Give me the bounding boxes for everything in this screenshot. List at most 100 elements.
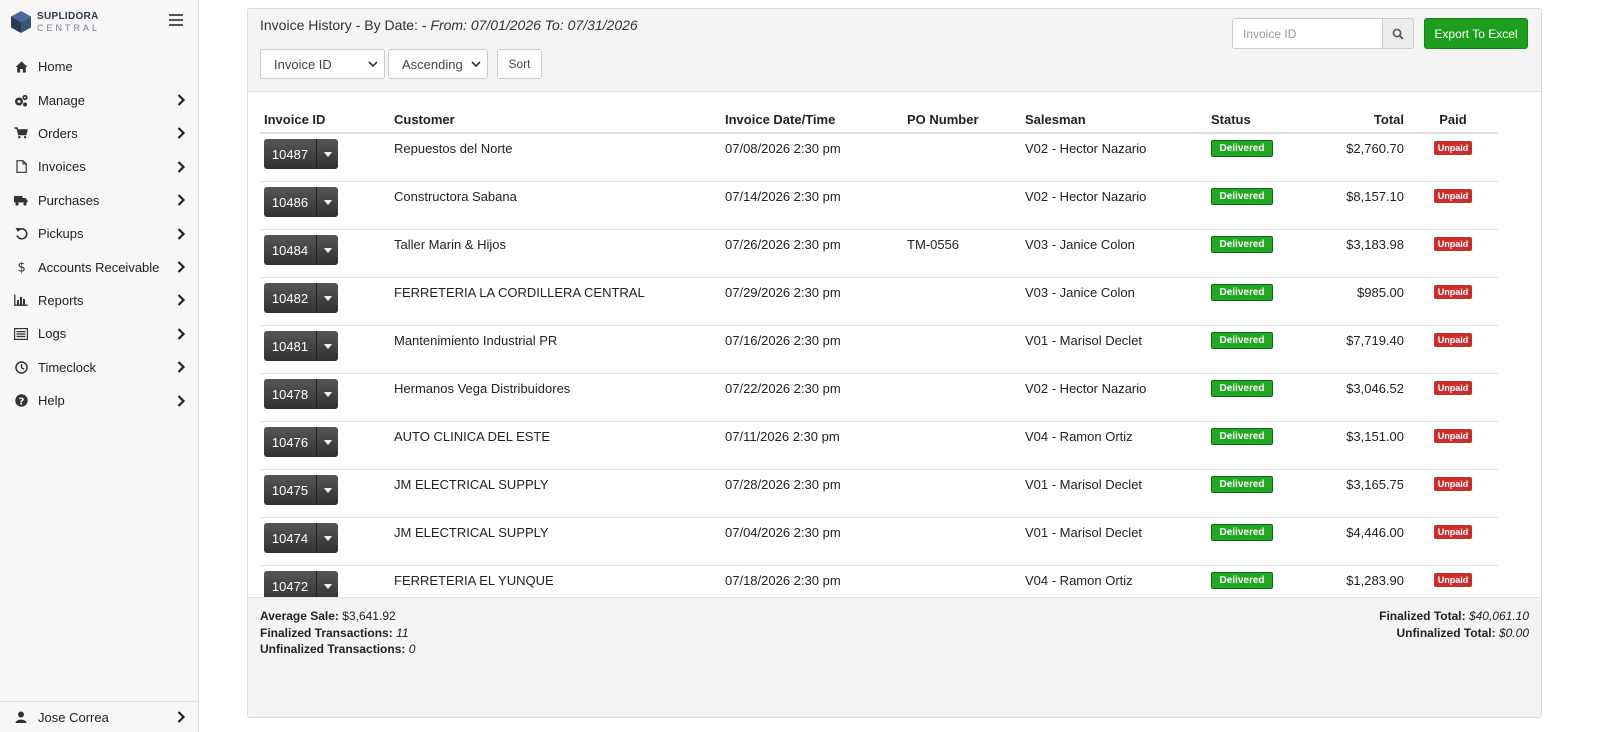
col-salesman[interactable]: Salesman <box>1021 99 1207 134</box>
salesman-cell: V01 - Marisol Declet <box>1021 325 1207 374</box>
invoice-dropdown-toggle[interactable] <box>317 379 338 409</box>
page-title: Invoice History - By Date: - From: 07/01… <box>260 17 638 33</box>
total-cell: $3,183.98 <box>1318 229 1408 278</box>
invoice-dropdown-toggle[interactable] <box>317 283 338 313</box>
sidebar-item-help[interactable]: ? Help <box>0 384 198 417</box>
sort-order-value: Ascending <box>402 56 463 72</box>
hamburger-menu-icon[interactable] <box>169 14 183 26</box>
col-po-number[interactable]: PO Number <box>903 99 1021 134</box>
invoice-dropdown-toggle[interactable] <box>317 475 338 505</box>
invoice-id-cell: 10475 <box>260 469 390 518</box>
sort-field-select[interactable]: Invoice ID <box>260 49 385 79</box>
status-cell: Delivered <box>1207 517 1318 566</box>
status-cell: Delivered <box>1207 181 1318 230</box>
invoice-id-button[interactable]: 10478 <box>264 379 317 409</box>
sort-button[interactable]: Sort <box>497 49 542 79</box>
invoice-id-button[interactable]: 10484 <box>264 235 317 265</box>
invoice-id-button[interactable]: 10481 <box>264 331 317 361</box>
total-cell: $3,165.75 <box>1318 469 1408 518</box>
invoice-date-cell: 07/16/2026 2:30 pm <box>721 325 903 374</box>
sidebar-item-label: Orders <box>38 125 78 141</box>
caret-down-icon <box>323 247 332 253</box>
po-number-cell <box>903 133 1021 182</box>
chevron-right-icon <box>177 394 186 407</box>
sidebar-item-timeclock[interactable]: Timeclock <box>0 351 198 384</box>
invoice-dropdown-toggle[interactable] <box>317 187 338 217</box>
invoice-id-cell: 10482 <box>260 277 390 326</box>
table-row: 10475 JM ELECTRICAL SUPPLY 07/28/2026 2:30… <box>260 469 1498 518</box>
undo-icon <box>14 227 28 241</box>
average-sale-label: Average Sale: <box>260 609 339 623</box>
invoice-dropdown-toggle[interactable] <box>317 427 338 457</box>
brand-text: SUPLIDORA CENTRAL <box>37 12 100 33</box>
paid-badge: Unpaid <box>1433 285 1473 299</box>
sidebar-item-home[interactable]: Home <box>0 50 198 83</box>
sidebar-item-purchases[interactable]: Purchases <box>0 184 198 217</box>
sidebar-item-label: Logs <box>38 326 67 342</box>
col-total[interactable]: Total <box>1318 99 1408 134</box>
sidebar-item-invoices[interactable]: Invoices <box>0 150 198 183</box>
sidebar-item-logs[interactable]: Logs <box>0 317 198 350</box>
invoice-id-button[interactable]: 10475 <box>264 475 317 505</box>
invoice-dropdown-toggle[interactable] <box>317 139 338 169</box>
invoice-id-button[interactable]: 10482 <box>264 283 317 313</box>
po-number-cell <box>903 517 1021 566</box>
chevron-down-icon <box>368 61 378 68</box>
invoice-id-cell: 10476 <box>260 421 390 470</box>
invoice-id-button[interactable]: 10476 <box>264 427 317 457</box>
invoice-date-cell: 07/04/2026 2:30 pm <box>721 517 903 566</box>
user-menu[interactable]: Jose Correa <box>0 701 198 732</box>
search-icon <box>1392 28 1404 40</box>
col-paid[interactable]: Paid <box>1408 99 1498 134</box>
customer-cell: Taller Marin & Hijos <box>390 229 721 278</box>
brand-subname: CENTRAL <box>37 23 101 33</box>
total-cell: $4,446.00 <box>1318 517 1408 566</box>
status-badge: Delivered <box>1211 332 1273 349</box>
invoice-action-button: 10481 <box>264 331 338 361</box>
invoice-date-cell: 07/14/2026 2:30 pm <box>721 181 903 230</box>
sidebar-item-accounts-receivable[interactable]: $ Accounts Receivable <box>0 250 198 283</box>
table-row: 10474 JM ELECTRICAL SUPPLY 07/04/2026 2:30… <box>260 517 1498 566</box>
invoice-search-input[interactable] <box>1232 18 1382 49</box>
invoice-dropdown-toggle[interactable] <box>317 235 338 265</box>
col-invoice-id[interactable]: Invoice ID <box>260 99 390 134</box>
invoice-dropdown-toggle[interactable] <box>317 523 338 553</box>
col-customer[interactable]: Customer <box>390 99 721 134</box>
paid-cell: Unpaid <box>1408 229 1498 278</box>
svg-text:$: $ <box>17 261 25 275</box>
sidebar-item-reports[interactable]: Reports <box>0 284 198 317</box>
brand[interactable]: SUPLIDORA CENTRAL <box>0 0 198 44</box>
search-button[interactable] <box>1382 18 1414 49</box>
sidebar-item-orders[interactable]: Orders <box>0 117 198 150</box>
invoice-dropdown-toggle[interactable] <box>317 331 338 361</box>
unfinalized-total-label: Unfinalized Total: <box>1396 625 1496 640</box>
caret-down-icon <box>323 583 332 589</box>
invoice-id-cell: 10478 <box>260 373 390 422</box>
invoice-table-body: 10487 Repuestos del Norte 07/08/2026 2:30 … <box>260 133 1498 662</box>
salesman-cell: V01 - Marisol Declet <box>1021 469 1207 518</box>
col-status[interactable]: Status <box>1207 99 1318 134</box>
document-icon <box>14 160 28 174</box>
invoice-id-button[interactable]: 10486 <box>264 187 317 217</box>
table-row: 10487 Repuestos del Norte 07/08/2026 2:30 … <box>260 133 1498 182</box>
col-invoice-date[interactable]: Invoice Date/Time <box>721 99 903 134</box>
paid-cell: Unpaid <box>1408 421 1498 470</box>
sidebar-item-manage[interactable]: Manage <box>0 83 198 116</box>
status-cell: Delivered <box>1207 373 1318 422</box>
chevron-right-icon <box>177 227 186 240</box>
sidebar-item-label: Help <box>38 393 65 409</box>
chevron-right-icon <box>177 261 186 273</box>
sort-order-select[interactable]: Ascending <box>388 49 488 79</box>
invoice-history-panel: Invoice History - By Date: - From: 07/01… <box>247 8 1542 718</box>
chevron-right-icon <box>177 328 186 340</box>
salesman-cell: V03 - Janice Colon <box>1021 277 1207 326</box>
invoice-id-button[interactable]: 10487 <box>264 139 317 169</box>
export-excel-button[interactable]: Export To Excel <box>1424 18 1528 49</box>
status-badge: Delivered <box>1211 524 1273 541</box>
customer-cell: JM ELECTRICAL SUPPLY <box>390 469 721 518</box>
unfinalized-tx-label: Unfinalized Transactions: <box>260 642 406 656</box>
chevron-right-icon <box>177 711 186 723</box>
sidebar-item-pickups[interactable]: Pickups <box>0 217 198 250</box>
po-number-cell <box>903 325 1021 374</box>
invoice-id-button[interactable]: 10474 <box>264 523 317 553</box>
